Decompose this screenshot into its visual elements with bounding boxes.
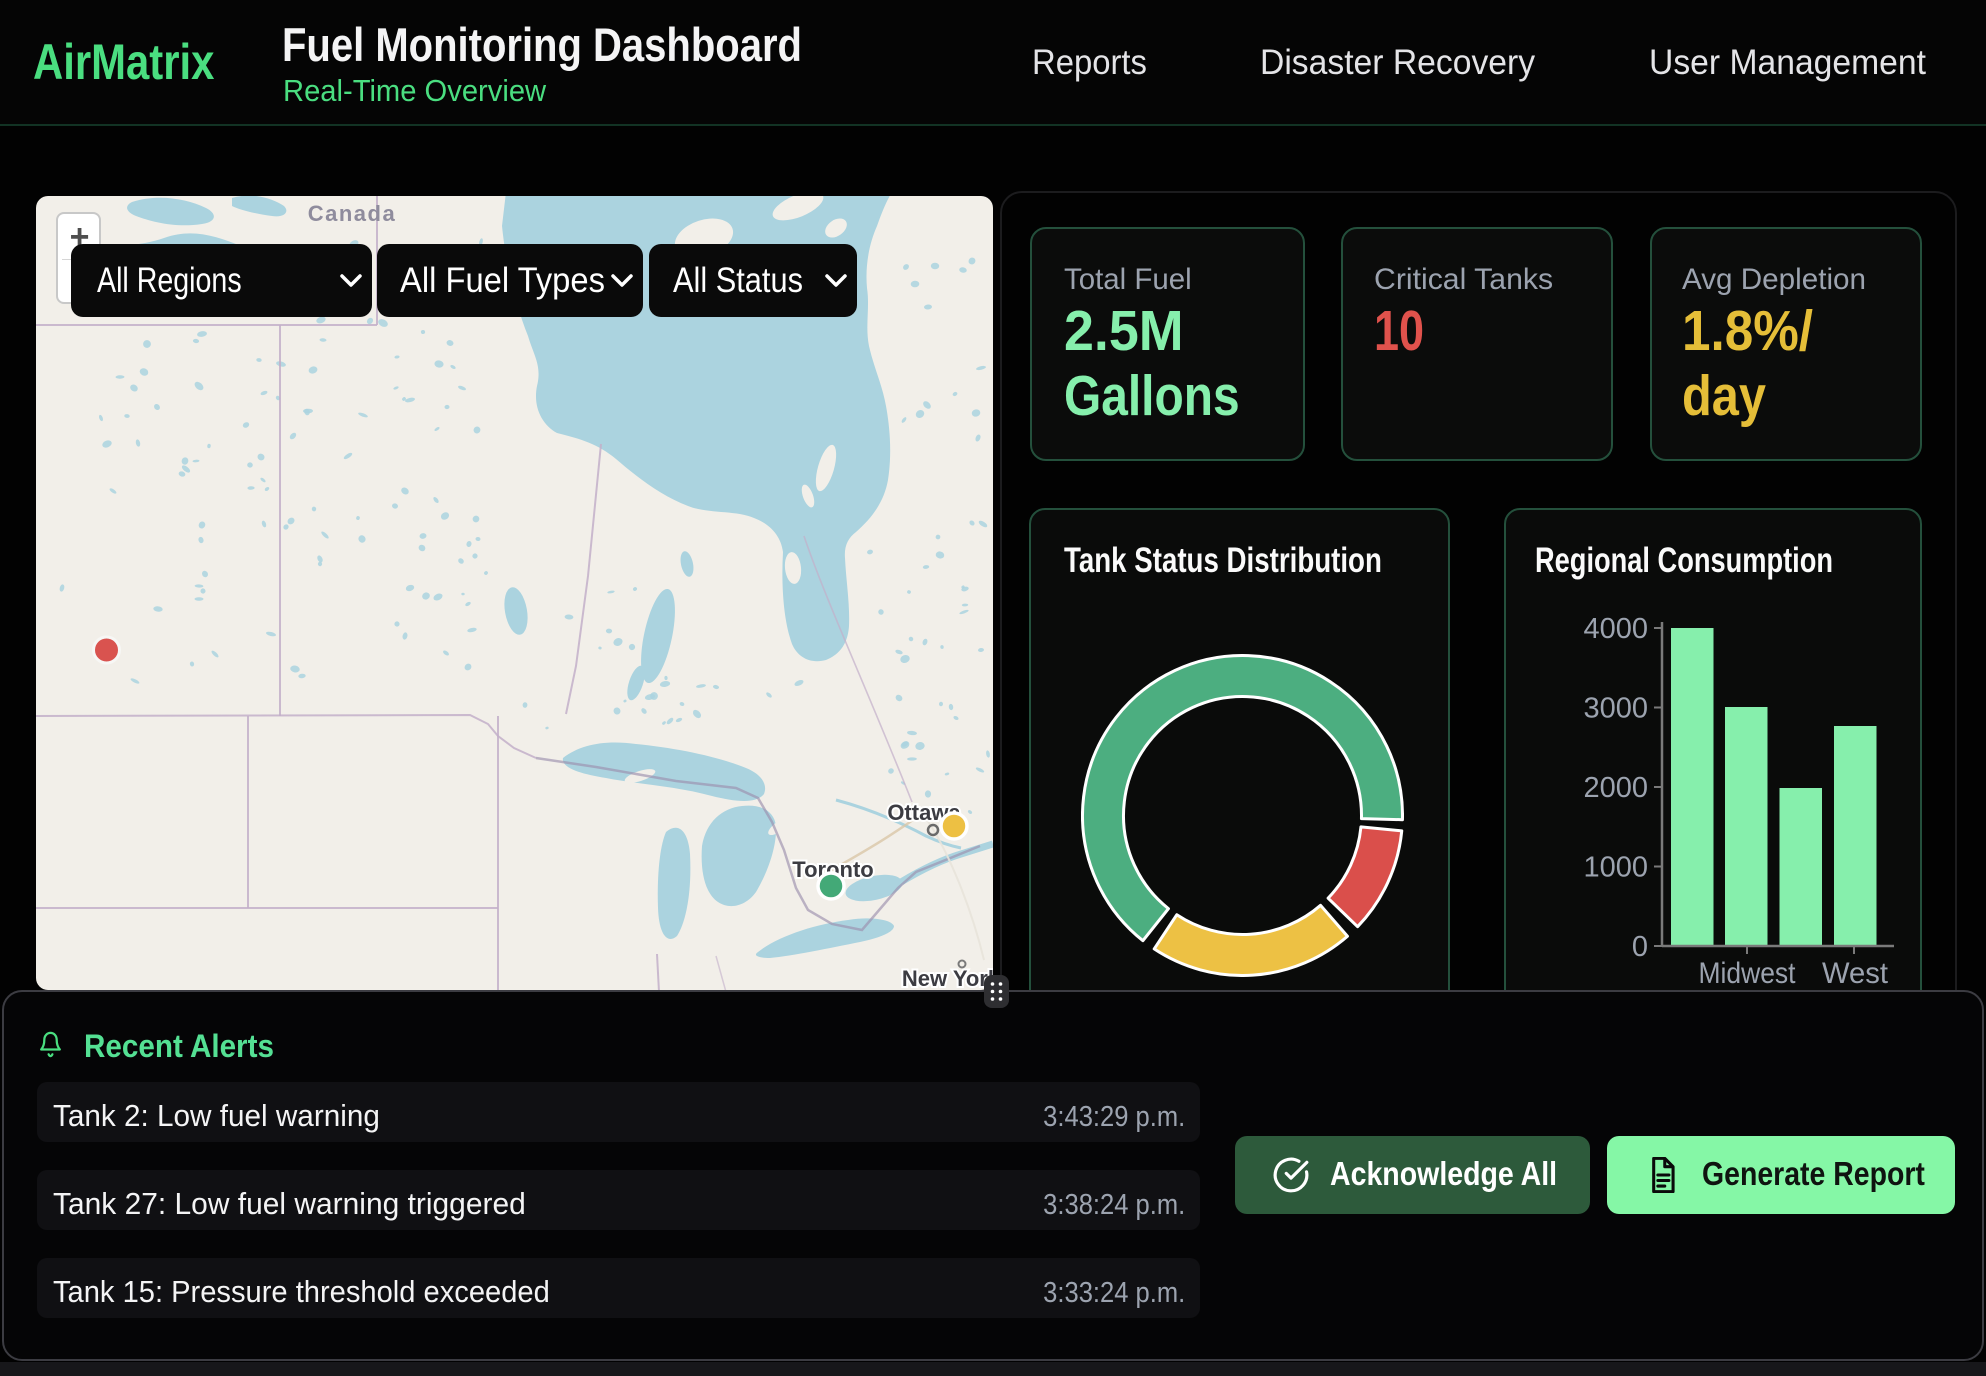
svg-text:3000: 3000	[1583, 693, 1648, 725]
svg-text:New York: New York	[902, 966, 993, 990]
svg-text:Canada: Canada	[308, 201, 396, 226]
svg-text:West: West	[1822, 957, 1889, 990]
svg-text:1000: 1000	[1583, 852, 1648, 884]
svg-text:4000: 4000	[1583, 613, 1648, 645]
svg-text:2000: 2000	[1583, 772, 1648, 804]
svg-text:0: 0	[1632, 931, 1648, 963]
svg-text:Midwest: Midwest	[1699, 957, 1797, 990]
